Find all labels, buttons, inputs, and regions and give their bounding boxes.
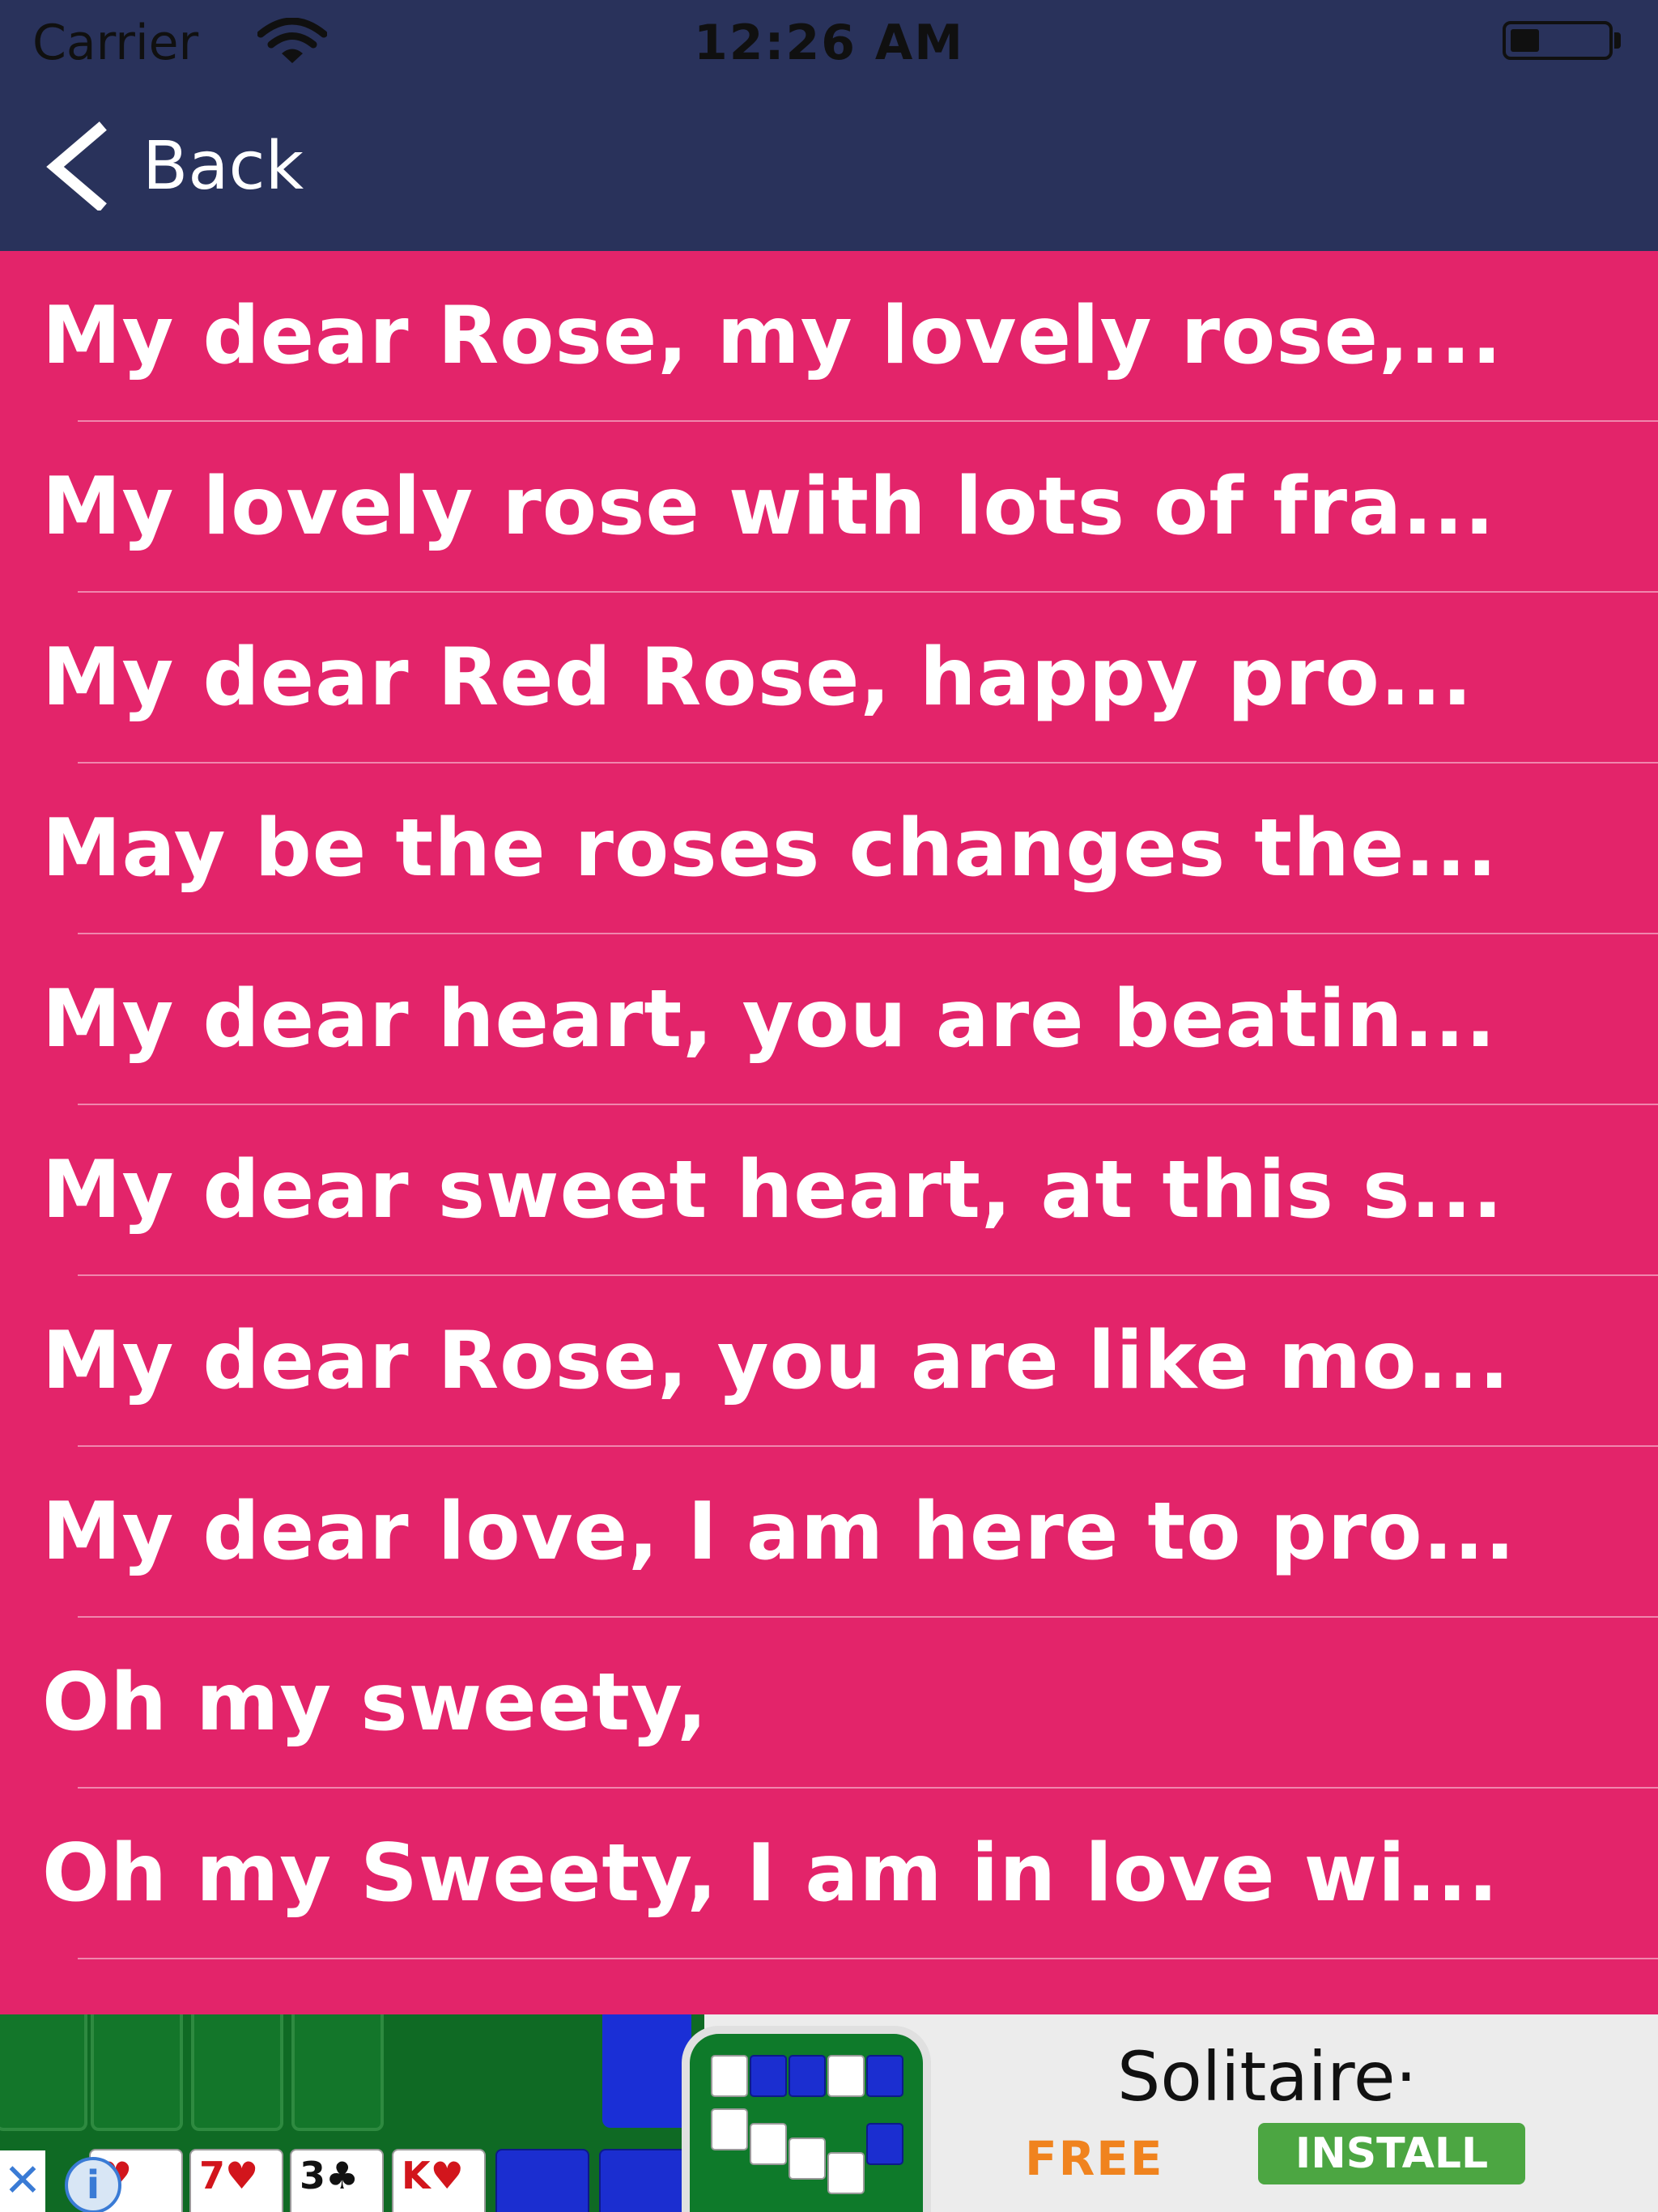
ad-close-icon[interactable]: ✕: [0, 2150, 45, 2212]
app-icon-card: [866, 2123, 903, 2165]
battery-icon: [1503, 21, 1613, 60]
card-slot: [0, 2014, 87, 2131]
list-item[interactable]: My dear sweet heart, at this s...: [0, 1105, 1658, 1276]
playing-card: 7♥: [189, 2149, 283, 2212]
playing-card-back: [495, 2149, 589, 2212]
status-bar: Carrier 12:26 AM: [0, 0, 1658, 81]
card-slot: [291, 2014, 384, 2131]
list-item-text: My lovely rose with lots of fra...: [42, 461, 1495, 553]
card-label: 7♥: [199, 2154, 259, 2197]
app-icon-card: [789, 2138, 826, 2180]
list-item-text: My dear sweet heart, at this s...: [42, 1144, 1504, 1236]
app-icon-card: [827, 2152, 865, 2194]
list-item[interactable]: My dear Rose, my lovely rose,...: [0, 251, 1658, 422]
list-item[interactable]: My dear love, I am here to pro...: [0, 1447, 1658, 1618]
card-label: K♥: [402, 2154, 464, 2197]
list-item-text: My dear love, I am here to pro...: [42, 1486, 1516, 1578]
ad-banner[interactable]: ♥ 7♥ 3♣ K♥ ✕ i Solitaire· FREE INSTALL: [0, 2014, 1658, 2212]
back-label: Back: [142, 128, 304, 205]
list-item[interactable]: Oh my sweety,: [0, 1618, 1658, 1789]
ad-title: Solitaire·: [1117, 2037, 1418, 2116]
card-label: 3♣: [300, 2154, 359, 2197]
playing-card: K♥: [392, 2149, 486, 2212]
list-item-text: Oh my Sweety, I am in love wi...: [42, 1827, 1499, 1920]
ad-info-icon[interactable]: i: [65, 2157, 121, 2212]
app-icon-card: [827, 2055, 865, 2097]
list-item-text: Oh my sweety,: [42, 1657, 708, 1749]
list-item[interactable]: My dear Rose, you are like mo...: [0, 1276, 1658, 1447]
list-item-text: My dear Red Rose, happy pro...: [42, 632, 1473, 724]
list-item-text: My dear Rose, you are like mo...: [42, 1315, 1511, 1407]
list-item[interactable]: My dear Red Rose, happy pro...: [0, 593, 1658, 764]
clock: 12:26 AM: [693, 15, 965, 71]
battery-tip: [1614, 32, 1621, 49]
list-item-text: My dear Rose, my lovely rose,...: [42, 290, 1503, 382]
battery-fill: [1511, 29, 1539, 52]
list-item[interactable]: My dear heart, you are beatin...: [0, 934, 1658, 1105]
list-item-text: My dear heart, you are beatin...: [42, 973, 1497, 1066]
card-slot: [191, 2014, 283, 2131]
solitaire-app-icon: [682, 2026, 931, 2212]
list-item[interactable]: May be the roses changes the...: [0, 764, 1658, 934]
app-icon-card: [750, 2055, 787, 2097]
ad-free-label: FREE: [1025, 2131, 1164, 2186]
card-slot: [91, 2014, 183, 2131]
app-icon-card: [866, 2055, 903, 2097]
app-icon-card: [711, 2055, 748, 2097]
app-icon-card: [711, 2108, 748, 2150]
install-button[interactable]: INSTALL: [1258, 2123, 1525, 2184]
card-deck: [602, 2014, 691, 2128]
app-icon-card: [789, 2055, 826, 2097]
navigation-bar: Carrier 12:26 AM Back: [0, 0, 1658, 251]
list-item[interactable]: My lovely rose with lots of fra...: [0, 422, 1658, 593]
message-list: My dear Rose, my lovely rose,... My love…: [0, 251, 1658, 1959]
playing-card: 3♣: [290, 2149, 384, 2212]
back-button[interactable]: Back: [40, 121, 348, 211]
playing-card-back: [599, 2149, 693, 2212]
app-icon-card: [750, 2123, 787, 2165]
list-item[interactable]: Oh my Sweety, I am in love wi...: [0, 1789, 1658, 1959]
list-item-text: May be the roses changes the...: [42, 802, 1499, 895]
chevron-left-icon: [46, 121, 107, 211]
